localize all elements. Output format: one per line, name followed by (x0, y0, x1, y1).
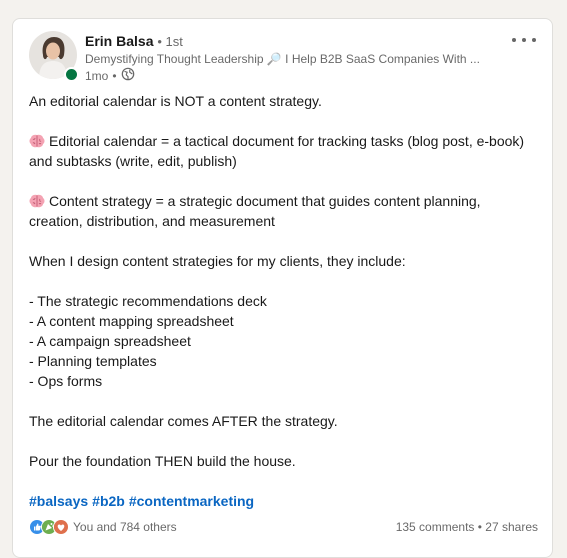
engagement-counts: 135 comments • 27 shares (396, 520, 538, 534)
meta-separator: • (112, 68, 117, 83)
post-meta: 1mo • (85, 67, 135, 85)
brain-icon (29, 133, 45, 148)
globe-icon (121, 67, 135, 85)
post-line: Editorial calendar = a tactical document… (29, 133, 525, 169)
comments-count[interactable]: 135 comments (396, 520, 475, 534)
author-name[interactable]: Erin Balsa (85, 33, 153, 49)
bullet-item: - The strategic recommendations deck (29, 293, 267, 309)
shares-count[interactable]: 27 shares (485, 520, 538, 534)
post-line: When I design content strategies for my … (29, 253, 406, 269)
hashtag-link[interactable]: #balsays (29, 493, 88, 509)
bullet-item: - Planning templates (29, 353, 157, 369)
connection-degree: 1st (165, 34, 183, 49)
post-line: Pour the foundation THEN build the house… (29, 453, 296, 469)
bullet-item: - A content mapping spreadsheet (29, 313, 234, 329)
more-icon[interactable] (512, 33, 536, 47)
social-counts: You and 784 others 135 comments • 27 sha… (29, 518, 538, 536)
post-text: An editorial calendar is NOT a content s… (29, 91, 529, 471)
reaction-icons[interactable] (29, 519, 69, 535)
post-time: 1mo (85, 68, 109, 83)
bullet-item: - Ops forms (29, 373, 103, 389)
post-line: The editorial calendar comes AFTER the s… (29, 413, 338, 429)
hashtag-link[interactable]: #b2b (92, 493, 125, 509)
author-line: Erin Balsa • 1st (85, 33, 183, 50)
reactions-count[interactable]: You and 784 others (73, 520, 177, 534)
connection-separator: • (157, 34, 166, 49)
counts-separator: • (477, 520, 482, 534)
hashtag-link[interactable]: #contentmarketing (129, 493, 254, 509)
bullet-item: - A campaign spreadsheet (29, 333, 191, 349)
presence-dot (64, 67, 79, 82)
love-icon (53, 519, 69, 535)
brain-icon (29, 193, 45, 208)
hashtags: #balsays #b2b #contentmarketing (29, 491, 258, 511)
post-line: An editorial calendar is NOT a content s… (29, 93, 322, 109)
post-line: Content strategy = a strategic document … (29, 193, 481, 229)
post-card: Erin Balsa • 1st Demystifying Thought Le… (12, 18, 553, 558)
author-headline: Demystifying Thought Leadership 🔎 I Help… (85, 52, 480, 66)
